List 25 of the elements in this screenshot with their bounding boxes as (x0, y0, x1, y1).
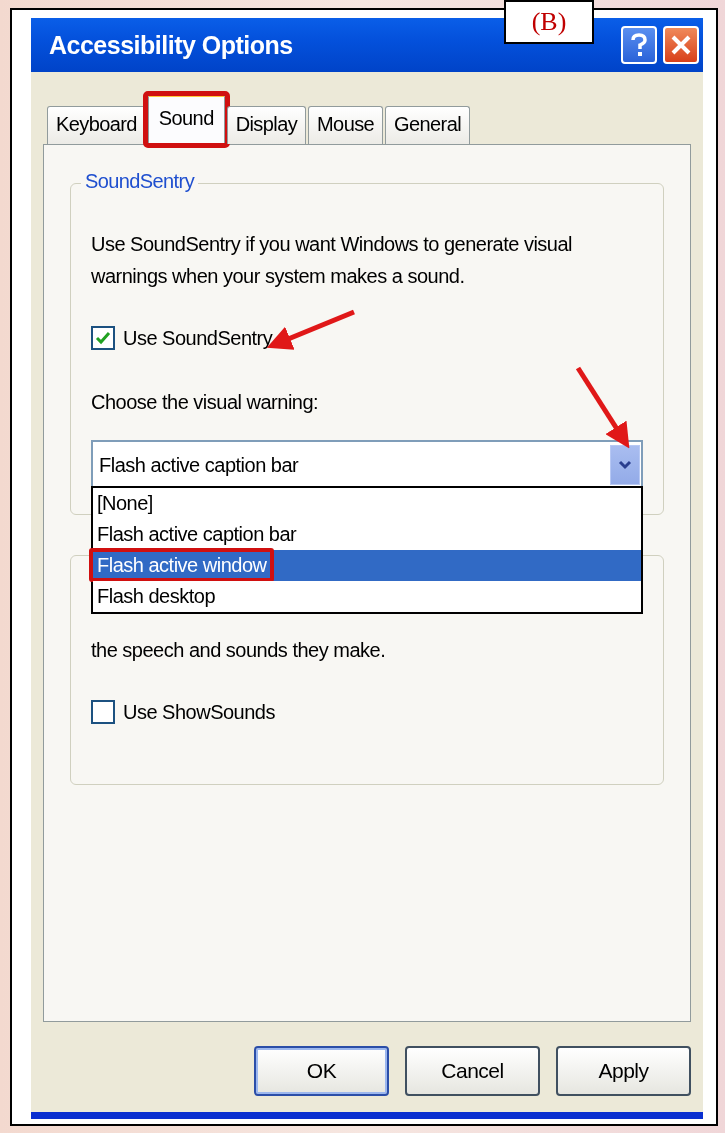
dropdown-button[interactable] (610, 445, 640, 485)
tab[interactable]: Mouse (308, 106, 384, 144)
help-icon (630, 33, 648, 57)
figure-label: (B) (504, 0, 594, 44)
tab[interactable]: Display (226, 106, 307, 144)
help-button[interactable] (621, 26, 657, 64)
window-title: Accessibility Options (49, 30, 294, 60)
description-text: Use SoundSentry if you want Windows to generate visual warnings when your system makes a sound. (91, 232, 574, 289)
checkbox[interactable] (91, 700, 115, 724)
checkbox[interactable] (91, 326, 115, 350)
chevron-down-icon (618, 460, 632, 470)
checkbox-label: Use SoundSentry (123, 326, 273, 350)
dialog-button[interactable]: OK (254, 1046, 389, 1096)
group-title: SoundSentry (81, 170, 199, 193)
tab[interactable]: General (385, 106, 471, 144)
dialog-button[interactable]: Apply (556, 1046, 691, 1096)
close-button[interactable] (663, 26, 699, 64)
checkmark-icon (95, 330, 111, 346)
description-text: the speech and sounds they make. (91, 638, 387, 663)
tab[interactable]: Keyboard (47, 106, 146, 144)
field-label: Choose the visual warning: (91, 390, 320, 415)
dropdown-value: Flash active caption bar (99, 453, 299, 477)
checkbox-label: Use ShowSounds (123, 700, 275, 724)
close-icon (670, 34, 692, 56)
dialog-button[interactable]: Cancel (405, 1046, 540, 1096)
